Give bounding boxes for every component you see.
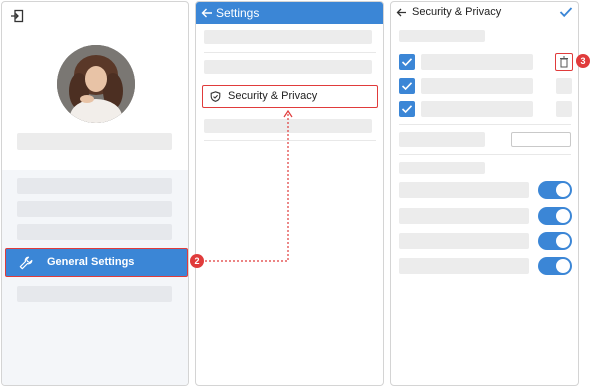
- step-badge-2: 2: [190, 254, 204, 268]
- flow-connector: [205, 109, 293, 262]
- step-badge-3: 3: [576, 54, 590, 68]
